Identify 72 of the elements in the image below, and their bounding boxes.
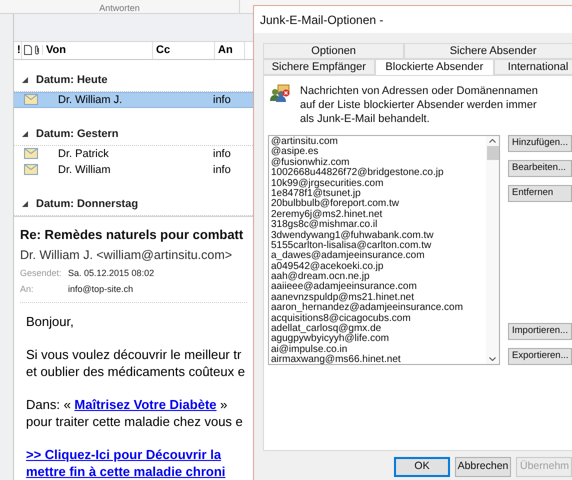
ribbon-group-label: Antworten	[99, 3, 140, 13]
group-header: Datum: Gestern	[36, 127, 119, 142]
side-button[interactable]: Entfernen	[508, 185, 572, 202]
column-header[interactable]: Von	[46, 44, 66, 56]
body-text: Dans: «	[26, 396, 72, 413]
collapse-triangle-icon[interactable]	[22, 77, 28, 84]
scroll-up-icon[interactable]	[489, 139, 496, 143]
list-item[interactable]: @fusionwhiz.com	[271, 158, 486, 168]
side-button[interactable]: Importieren...	[508, 323, 572, 340]
envelope-icon	[24, 164, 38, 176]
body-paragraph: Si vous voulez découvrir le meilleur tr et oublier des médicaments coûteux e	[26, 346, 245, 380]
tab[interactable]: International	[494, 59, 572, 75]
list-item[interactable]: a049542@acekoeki.co.jp	[271, 262, 486, 272]
side-button[interactable]: Bearbeiten...	[508, 160, 572, 177]
list-item[interactable]: aaron_hernandez@adamjeeinsurance.com	[271, 303, 486, 314]
list-item[interactable]: airmaxwang@ms66.hinet.net	[271, 355, 486, 366]
tab[interactable]: Sichere Empfänger	[263, 59, 375, 75]
paperclip-icon	[34, 45, 40, 56]
column-header[interactable]: Cc	[156, 44, 170, 56]
to-label: An:	[20, 282, 35, 296]
list-item[interactable]: 318gs8c@mishmar.co.il	[271, 220, 486, 231]
group-header: Datum: Heute	[36, 73, 108, 88]
description-text: Nachrichten von Adressen oder Domänennamen auf der Liste blockierter Absender werden immer als Junk-E-Mail behandelt.	[300, 84, 539, 126]
dialog-button[interactable]: OK	[394, 457, 450, 477]
recipient-address: info@top-site.ch	[68, 282, 134, 296]
list-item[interactable]: 5155carlton-lisalisa@carlton.com.tw	[271, 240, 486, 252]
list-item[interactable]: agugpywbyicyyh@life.com	[271, 334, 486, 345]
column-header[interactable]: !	[17, 44, 21, 56]
mail-row[interactable]: Dr. William J. info	[14, 92, 253, 108]
body-link[interactable]: Maîtrisez Votre Diabète	[74, 396, 217, 413]
email-subject: Re: Remèdes naturels pour combatt	[20, 226, 244, 244]
body-text: pour traiter cette maladie chez vous e	[26, 413, 243, 430]
list-item[interactable]: 1e8478f1@tsunet.jp	[271, 188, 486, 200]
body-text: »	[219, 396, 228, 413]
body-paragraph: Bonjour,	[26, 313, 74, 330]
column-header[interactable]: An	[218, 44, 233, 56]
list-item[interactable]: a_dawes@adamjeeinsurance.com	[271, 251, 486, 262]
side-button[interactable]: Exportieren...	[508, 348, 572, 365]
blocked-senders-list[interactable]	[268, 135, 500, 365]
document-icon	[24, 45, 32, 56]
list-item[interactable]: 20bulbbulb@foreport.com.tw	[271, 199, 486, 210]
list-item[interactable]: aah@dream.ocn.ne.jp	[271, 272, 486, 282]
list-item[interactable]: acquisitions8@cicagocubs.com	[271, 314, 486, 324]
sent-label: Gesendet:	[20, 267, 63, 280]
tab[interactable]: Optionen	[263, 43, 404, 59]
envelope-icon	[24, 148, 38, 160]
list-item[interactable]: @artinsitu.com	[271, 137, 486, 148]
scroll-thumb[interactable]	[486, 146, 498, 160]
group-header: Datum: Donnerstag	[36, 197, 138, 212]
side-button[interactable]: Hinzufügen...	[508, 135, 572, 152]
collapse-triangle-icon[interactable]	[22, 201, 28, 208]
collapse-triangle-icon[interactable]	[22, 131, 28, 138]
list-item[interactable]: 3dwendywang1@fuhwabank.com.tw	[271, 230, 486, 241]
list-item[interactable]: 1002668u44826f72@bridgestone.co.jp	[271, 168, 486, 179]
tab[interactable]: Blockierte Absender	[374, 59, 494, 75]
list-item[interactable]: @asipe.es	[271, 147, 486, 158]
scroll-down-icon[interactable]	[489, 357, 496, 361]
body-link[interactable]: >> Cliquez-Ici pour Découvrir la mettre fin à cette maladie chroni	[26, 446, 226, 480]
list-item[interactable]: 2eremy6j@ms2.hinet.net	[271, 210, 486, 220]
scrollbar[interactable]	[486, 136, 499, 364]
window-title: Junk-E-Mail-Optionen -	[260, 12, 384, 28]
envelope-icon	[24, 94, 38, 106]
blocked-users-icon	[270, 84, 290, 102]
dialog-button[interactable]: Abbrechen	[455, 457, 511, 477]
list-item[interactable]: aaiieee@adamjeeinsurance.com	[271, 282, 486, 293]
list-item[interactable]: aanevnzspuldp@ms21.hinet.net	[271, 292, 486, 304]
sender-address: Dr. William J. <william@artinsitu.com>	[20, 247, 234, 264]
list-item[interactable]: ai@impulse.co.in	[271, 344, 486, 356]
list-item[interactable]: 10k99@jrgsecurities.com	[271, 178, 486, 189]
list-item[interactable]: adellat_carlosq@gmx.de	[271, 324, 486, 334]
tab[interactable]: Sichere Absender	[404, 43, 572, 59]
sent-date: Sa. 05.12.2015 08:02	[68, 267, 154, 280]
